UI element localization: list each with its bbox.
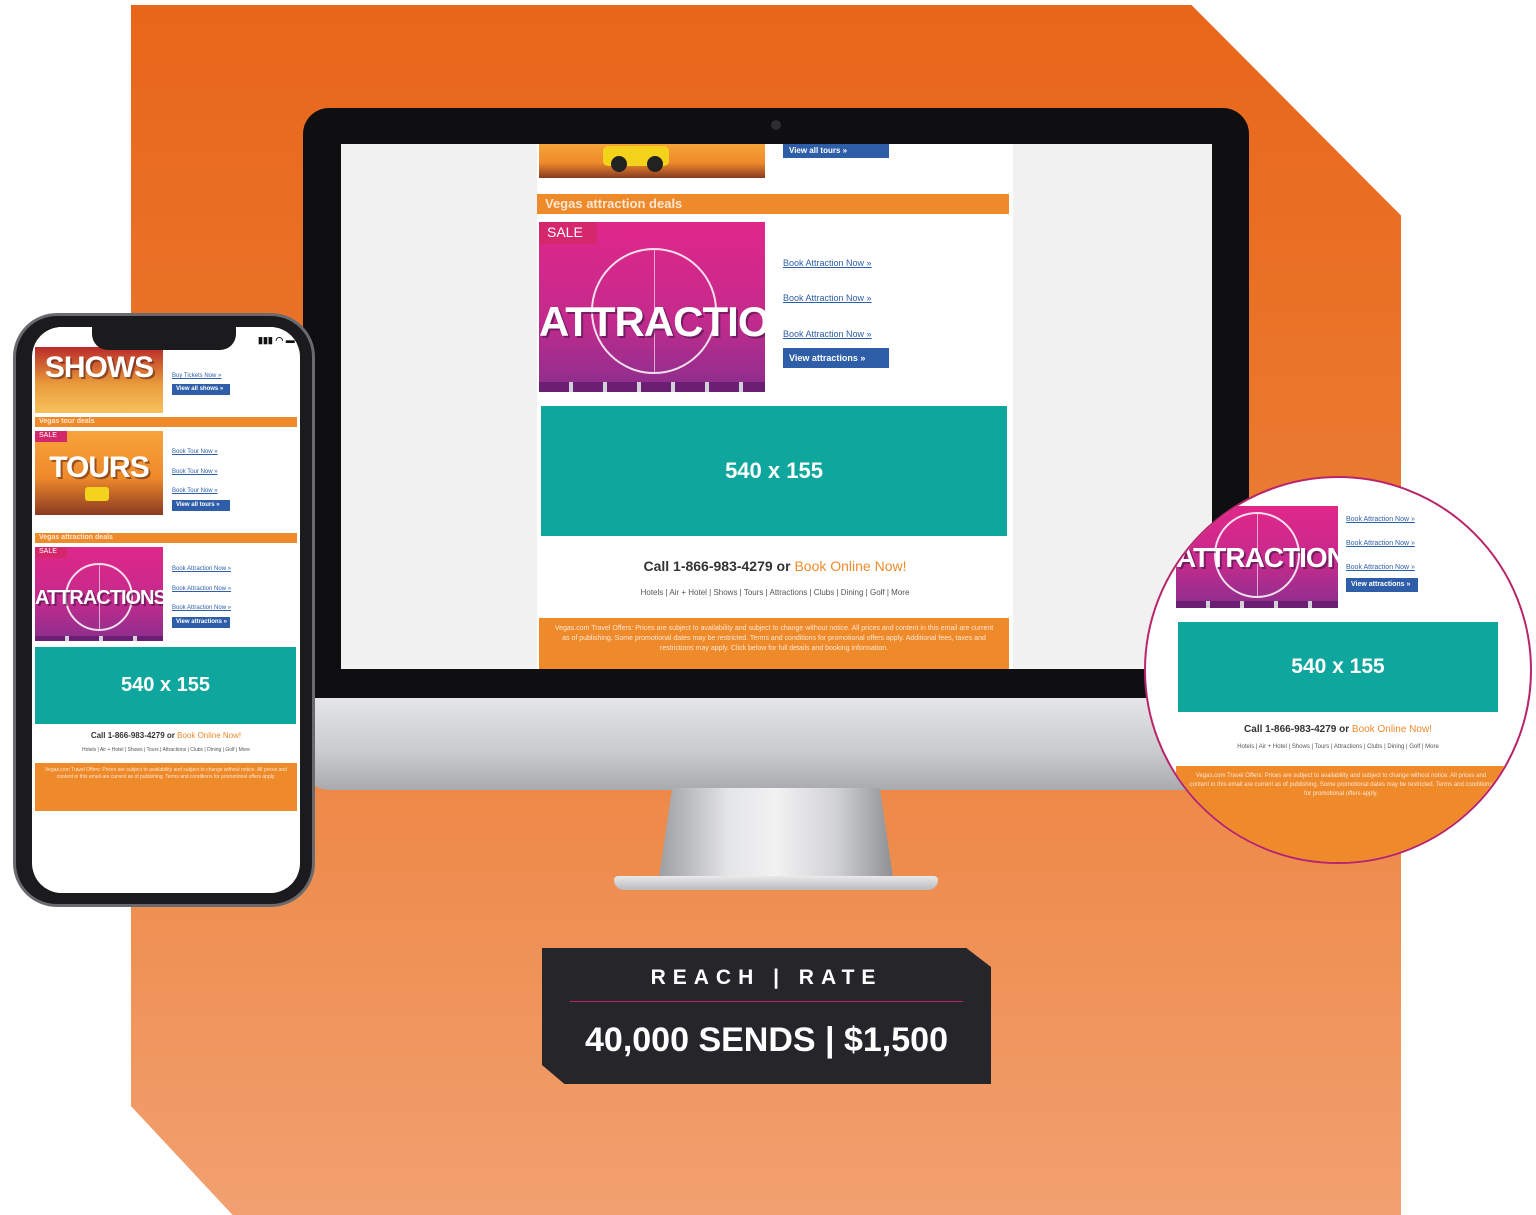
view-attractions-button[interactable]: View attractions » <box>783 348 889 368</box>
footer-nav[interactable]: Hotels | Air + Hotel | Shows | Tours | A… <box>35 747 297 753</box>
call-line: Call 1-866-983-4279 or Book Online Now! <box>537 558 1013 574</box>
view-all-tours-button[interactable]: View all tours » <box>783 144 889 158</box>
email-footer: Vegas.com Travel Offers: Prices are subj… <box>539 618 1009 669</box>
book-attraction-link-3[interactable]: Book Attraction Now » <box>1346 564 1415 571</box>
book-tour-link-3[interactable]: Book Tour Now » <box>172 488 218 494</box>
book-online-link[interactable]: Book Online Now! <box>794 558 906 574</box>
sale-badge: SALE <box>35 431 67 442</box>
tours-banner[interactable]: TOURS <box>35 431 163 515</box>
book-attraction-link-2[interactable]: Book Attraction Now » <box>1346 540 1415 547</box>
desktop-email: View all tours » Vegas attraction deals … <box>537 144 1013 669</box>
book-attraction-link-3[interactable]: Book Attraction Now » <box>783 329 872 339</box>
section-title-tours: Vegas tour deals <box>35 417 297 427</box>
attractions-banner-text: ATTRACTIONS <box>35 587 163 609</box>
reach-rate-title: REACH | RATE <box>650 966 883 989</box>
book-online-link[interactable]: Book Online Now! <box>1352 724 1432 735</box>
email-footer: Vegas.com Travel Offers: Prices are subj… <box>1176 766 1506 862</box>
wheel-icon <box>611 156 627 172</box>
buy-tickets-link[interactable]: Buy Tickets Now » <box>172 373 221 379</box>
view-all-shows-button[interactable]: View all shows » <box>172 384 230 395</box>
attractions-banner-text: ATTRACTIONS <box>1176 542 1338 573</box>
book-tour-link-1[interactable]: Book Tour Now » <box>172 449 218 455</box>
book-attraction-link-2[interactable]: Book Attraction Now » <box>783 293 872 303</box>
desktop-screen: View all tours » Vegas attraction deals … <box>341 144 1212 669</box>
call-text: Call 1-866-983-4279 or <box>90 731 175 740</box>
tours-banner-text: TOURS <box>49 451 149 484</box>
book-tour-link-2[interactable]: Book Tour Now » <box>172 469 218 475</box>
view-attractions-button[interactable]: View attractions » <box>1346 578 1418 592</box>
footer-nav[interactable]: Hotels | Air + Hotel | Shows | Tours | A… <box>537 588 1013 597</box>
jeep-icon <box>85 487 109 501</box>
section-title-attractions: Vegas attraction deals <box>35 533 297 543</box>
reach-rate-label: REACH | RATE 40,000 SENDS | $1,500 <box>542 948 991 1084</box>
attractions-banner[interactable]: ATTRACTIONS <box>539 222 765 392</box>
ad-placeholder-540x155[interactable]: 540 x 155 <box>541 406 1007 536</box>
monitor-chin <box>303 698 1249 790</box>
footer-nav[interactable]: Hotels | Air + Hotel | Shows | Tours | A… <box>1146 744 1530 750</box>
phone-email: SHOWS Buy Tickets Now » View all shows »… <box>35 327 297 893</box>
webcam-icon <box>771 120 781 130</box>
sale-badge: SALE <box>539 222 597 244</box>
shows-banner[interactable]: SHOWS <box>35 347 163 413</box>
call-text: Call 1-866-983-4279 or <box>1244 724 1350 735</box>
call-text: Call 1-866-983-4279 or <box>643 558 791 574</box>
banner-ground <box>539 382 765 392</box>
zoom-magnifier: ATTRACTIONS Book Attraction Now » Book A… <box>1144 476 1532 864</box>
section-title-attractions: Vegas attraction deals <box>537 194 1009 214</box>
email-footer: Vegas.com Travel Offers: Prices are subj… <box>35 763 297 811</box>
banner-ground <box>1176 601 1338 608</box>
monitor-stand <box>658 788 894 884</box>
banner-ground <box>35 636 163 641</box>
attractions-banner[interactable]: ATTRACTIONS <box>35 547 163 641</box>
view-all-tours-button[interactable]: View all tours » <box>172 500 230 511</box>
sale-badge: SALE <box>35 547 67 558</box>
book-attraction-link-3[interactable]: Book Attraction Now » <box>172 605 231 611</box>
book-attraction-link-1[interactable]: Book Attraction Now » <box>1346 516 1415 523</box>
call-line: Call 1-866-983-4279 or Book Online Now! <box>1146 724 1530 735</box>
label-divider <box>570 1001 963 1002</box>
tours-banner-partial <box>539 144 765 178</box>
ad-placeholder-540x155[interactable]: 540 x 155 <box>1178 622 1498 712</box>
call-line: Call 1-866-983-4279 or Book Online Now! <box>35 731 297 740</box>
attractions-banner[interactable]: ATTRACTIONS <box>1176 506 1338 608</box>
ad-placeholder-540x155[interactable]: 540 x 155 <box>35 647 296 724</box>
book-online-link[interactable]: Book Online Now! <box>177 731 241 740</box>
wheel-icon <box>647 156 663 172</box>
phone-notch <box>92 324 236 350</box>
status-bar-icons: ▮▮▮ ◠ ▬ <box>258 335 295 345</box>
book-attraction-link-2[interactable]: Book Attraction Now » <box>172 586 231 592</box>
reach-rate-value: 40,000 SENDS | $1,500 <box>585 1021 948 1059</box>
view-attractions-button[interactable]: View attractions » <box>172 617 230 628</box>
shows-banner-text: SHOWS <box>44 351 154 384</box>
monitor-base <box>614 876 938 890</box>
book-attraction-link-1[interactable]: Book Attraction Now » <box>172 566 231 572</box>
attractions-banner-text: ATTRACTIONS <box>539 298 765 345</box>
book-attraction-link-1[interactable]: Book Attraction Now » <box>783 258 872 268</box>
phone-screen: SHOWS Buy Tickets Now » View all shows »… <box>32 327 300 893</box>
